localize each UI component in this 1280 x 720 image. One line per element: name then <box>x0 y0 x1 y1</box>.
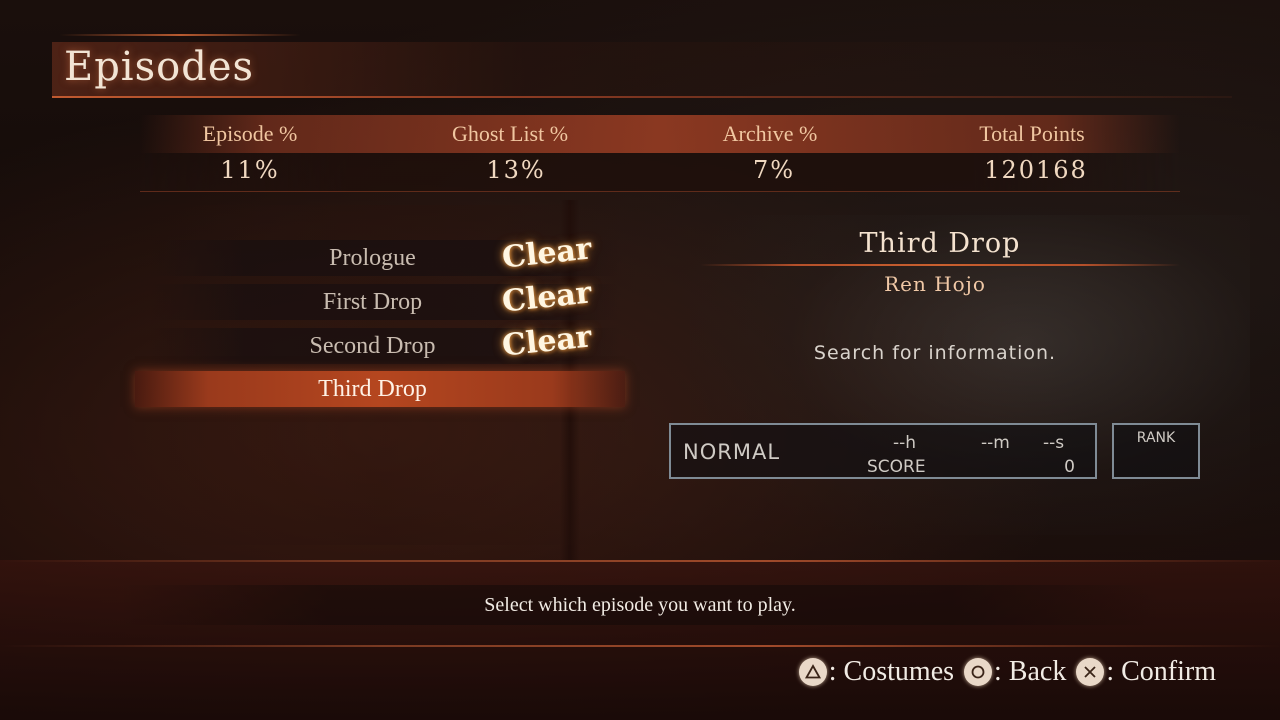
episode-item-second-drop[interactable]: Second Drop Clear <box>150 319 620 364</box>
record-box: NORMAL --h --m --s SCORE 0 <box>669 423 1097 479</box>
record-hours: --h <box>893 433 917 453</box>
stat-label: Archive % <box>722 121 818 146</box>
record-seconds: --s <box>1043 433 1065 453</box>
triangle-button-icon <box>798 658 827 686</box>
title-accent-line <box>60 34 300 36</box>
rank-label: RANK <box>1136 430 1176 446</box>
costumes-prompt[interactable]: : Costumes <box>798 656 955 688</box>
detail-objective: Search for information. <box>813 342 1057 364</box>
costumes-label: : Costumes <box>828 656 955 687</box>
help-text: Select which episode you want to play. <box>484 594 796 616</box>
episode-item-third-drop[interactable]: Third Drop <box>135 371 625 407</box>
divider-line <box>0 645 1280 647</box>
back-label: : Back <box>994 656 1067 687</box>
floor-backdrop <box>0 560 1280 720</box>
stat-value: 7% <box>752 156 796 184</box>
back-prompt[interactable]: : Back <box>964 656 1066 688</box>
stat-value: 13% <box>486 156 546 184</box>
button-prompts: : Costumes : Back : Confirm <box>793 656 1216 688</box>
stat-value: 11% <box>220 156 280 184</box>
detail-title-underline <box>700 264 1180 266</box>
record-difficulty: NORMAL <box>683 440 781 464</box>
record-score-value: 0 <box>1064 457 1075 477</box>
divider-line <box>0 560 1280 562</box>
episode-item-prologue[interactable]: Prologue Clear <box>150 231 620 276</box>
episode-name: Third Drop <box>318 376 427 402</box>
title-underline <box>52 96 1232 98</box>
stat-label: Episode % <box>202 121 298 146</box>
cross-button-icon <box>1076 658 1105 686</box>
episode-preview-image <box>690 215 1250 535</box>
detail-character-name: Ren Hojo <box>884 272 986 296</box>
page-title: Episodes <box>64 44 255 90</box>
confirm-label: : Confirm <box>1106 656 1216 687</box>
stat-value: 120168 <box>984 156 1088 184</box>
record-score-label: SCORE <box>867 457 926 477</box>
circle-button-icon <box>964 658 993 686</box>
detail-episode-title: Third Drop <box>859 228 1021 259</box>
episode-item-first-drop[interactable]: First Drop Clear <box>150 275 620 320</box>
stat-label: Total Points <box>979 121 1085 146</box>
record-minutes: --m <box>981 433 1010 453</box>
stat-label: Ghost List % <box>451 121 569 146</box>
confirm-prompt[interactable]: : Confirm <box>1076 656 1216 688</box>
rank-box: RANK <box>1112 423 1200 479</box>
